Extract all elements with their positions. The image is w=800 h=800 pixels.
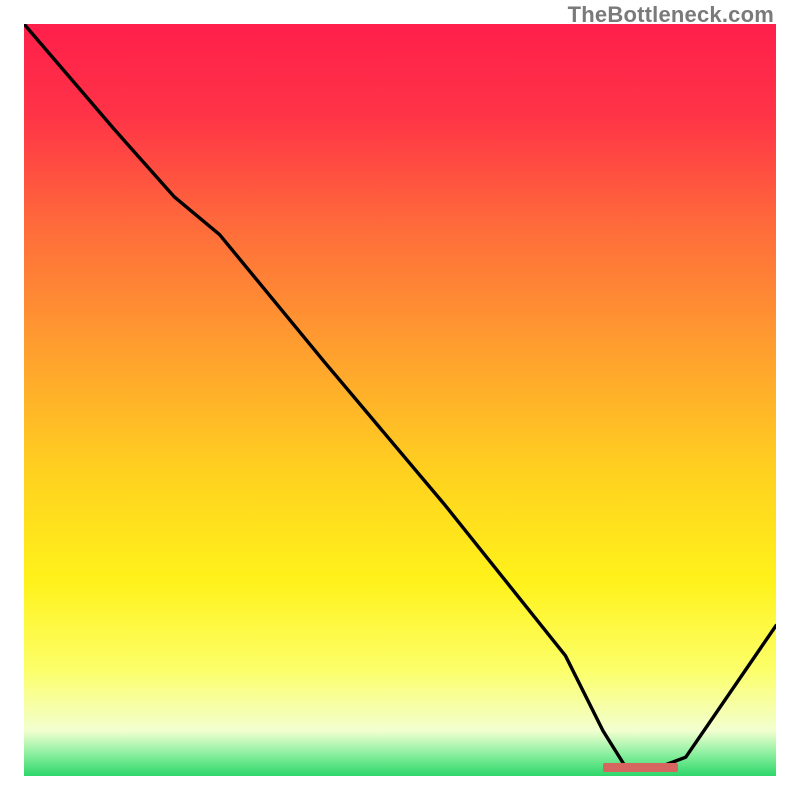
chart-canvas: TheBottleneck.com [0, 0, 800, 800]
bottleneck-curve [24, 24, 776, 776]
optimal-range-marker [603, 763, 678, 772]
plot-area [24, 24, 776, 776]
